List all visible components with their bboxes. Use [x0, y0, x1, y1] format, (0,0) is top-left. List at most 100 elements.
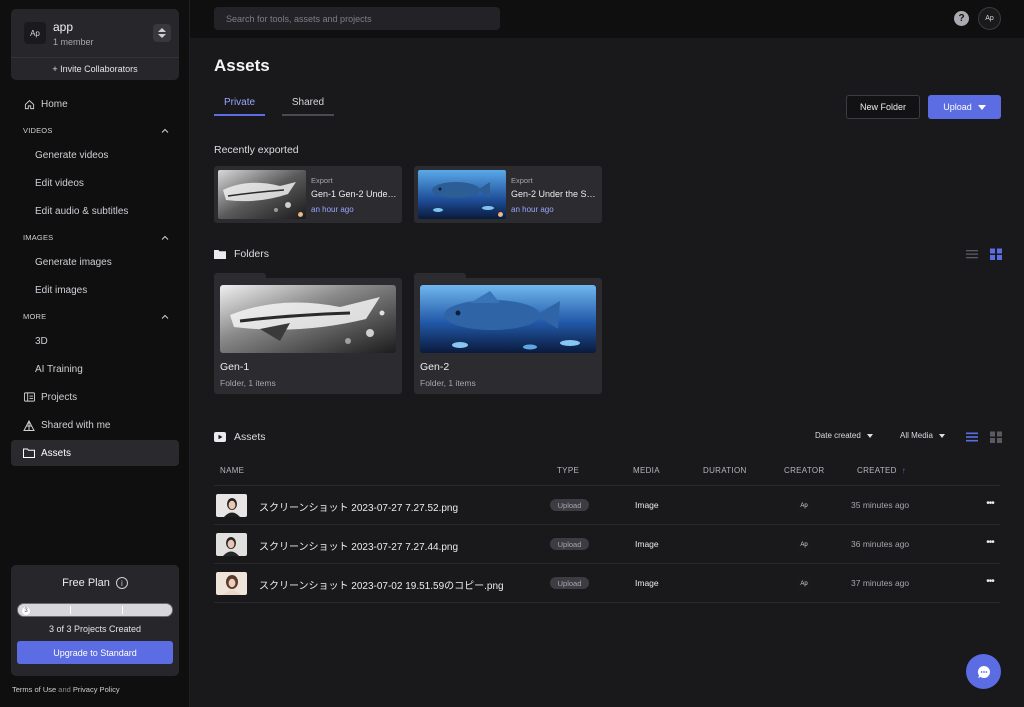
list-view-icon[interactable]	[966, 248, 978, 260]
creator-avatar: Ap	[796, 537, 812, 553]
section-label: MORE	[23, 312, 47, 321]
table-row[interactable]: スクリーンショット 2023-07-02 19.51.59のコピー.png Up…	[214, 564, 1000, 603]
folders-heading: Folders	[214, 248, 269, 260]
plan-title: Free Plan i	[11, 577, 179, 589]
more-section-toggle[interactable]: MORE	[23, 312, 169, 321]
upload-button[interactable]: Upload	[928, 95, 1001, 119]
sidebar-item-generate-images[interactable]: Generate images	[35, 257, 112, 268]
invite-collaborators-button[interactable]: + Invite Collaborators	[11, 60, 179, 78]
divider	[11, 57, 179, 58]
asset-created: 35 minutes ago	[851, 500, 910, 510]
info-icon[interactable]: i	[115, 577, 128, 589]
folder-tab	[214, 273, 266, 279]
table-row[interactable]: スクリーンショット 2023-07-27 7.27.52.png Upload …	[214, 486, 1000, 525]
folder-card[interactable]: Gen-2 Folder, 1 items	[414, 273, 602, 394]
export-kind: Export	[311, 176, 333, 185]
sidebar-item-home[interactable]: Home	[11, 91, 179, 117]
sidebar-item-shared[interactable]: Shared with me	[11, 412, 179, 438]
more-options-icon[interactable]: •••	[982, 537, 998, 549]
search-input[interactable]	[214, 7, 500, 30]
plan-name: Free Plan	[62, 577, 110, 589]
progress-segment-divider	[122, 606, 123, 614]
tab-label: Private	[223, 97, 256, 108]
export-thumbnail	[418, 170, 506, 219]
privacy-link[interactable]: Privacy Policy	[73, 685, 120, 694]
asset-created: 36 minutes ago	[851, 539, 910, 549]
column-header-duration[interactable]: DURATION	[703, 466, 747, 475]
export-name: Gen-1 Gen-2 Unde…	[311, 189, 397, 199]
more-options-icon[interactable]: •••	[982, 498, 998, 510]
workspace-avatar: Ap	[24, 22, 46, 44]
sidebar-item-edit-audio[interactable]: Edit audio & subtitles	[35, 206, 128, 217]
sidebar-item-edit-images[interactable]: Edit images	[35, 285, 87, 296]
sidebar-item-label: Assets	[41, 447, 72, 459]
caret-down-icon	[977, 104, 986, 110]
export-time: an hour ago	[311, 205, 354, 214]
videos-section-toggle[interactable]: VIDEOS	[23, 126, 169, 135]
help-icon[interactable]: ?	[954, 11, 969, 26]
asset-name: スクリーンショット 2023-07-02 19.51.59のコピー.png	[259, 581, 504, 592]
user-avatar[interactable]: Ap	[978, 7, 1001, 30]
legal-links: Terms of Use and Privacy Policy	[12, 685, 120, 694]
sidebar-item-generate-videos[interactable]: Generate videos	[35, 150, 108, 161]
progress-count-marker: 3	[22, 607, 30, 615]
new-folder-button[interactable]: New Folder	[846, 95, 920, 119]
plan-progress-fill	[18, 604, 172, 616]
folder-thumbnail	[420, 285, 596, 353]
grid-view-icon[interactable]	[990, 431, 1002, 443]
export-thumbnail	[218, 170, 306, 219]
column-header-creator[interactable]: CREATOR	[784, 466, 824, 475]
export-status-dot	[298, 212, 303, 217]
projects-icon	[23, 391, 35, 403]
asset-media: Image	[635, 539, 659, 549]
workspace-member-count: 1 member	[53, 37, 94, 47]
upload-label: Upload	[943, 102, 972, 112]
column-header-name[interactable]: NAME	[220, 466, 244, 475]
tab-underline	[214, 114, 265, 116]
column-header-media[interactable]: MEDIA	[633, 466, 660, 475]
sort-label: Date created	[815, 431, 861, 440]
tab-shared[interactable]: Shared	[282, 97, 334, 116]
workspace-switch-icon[interactable]	[153, 24, 171, 42]
sidebar-item-3d[interactable]: 3D	[35, 336, 48, 347]
folder-card[interactable]: Gen-1 Folder, 1 items	[214, 273, 402, 394]
export-time: an hour ago	[511, 205, 554, 214]
assets-label: Assets	[234, 431, 266, 443]
chat-launcher-button[interactable]	[966, 654, 1001, 689]
column-header-type[interactable]: TYPE	[557, 466, 579, 475]
sidebar-item-ai-training[interactable]: AI Training	[35, 364, 83, 375]
sort-dropdown[interactable]: Date created	[815, 431, 873, 440]
table-row[interactable]: スクリーンショット 2023-07-27 7.27.44.png Upload …	[214, 525, 1000, 564]
plan-project-count: 3 of 3 Projects Created	[48, 624, 142, 634]
upgrade-button[interactable]: Upgrade to Standard	[17, 641, 173, 664]
sidebar-item-assets[interactable]: Assets	[11, 440, 179, 466]
folder-meta: Folder, 1 items	[220, 378, 276, 388]
asset-thumbnail	[216, 494, 247, 517]
workspace-switcher[interactable]: Ap app 1 member + Invite Collaborators	[11, 9, 179, 80]
export-card[interactable]: Export Gen-1 Gen-2 Unde… an hour ago	[214, 166, 402, 223]
list-view-icon[interactable]	[966, 431, 978, 443]
creator-avatar: Ap	[796, 576, 812, 592]
more-options-icon[interactable]: •••	[982, 576, 998, 588]
column-header-created[interactable]: CREATED ↑	[857, 466, 906, 475]
asset-created: 37 minutes ago	[851, 578, 910, 588]
asset-thumbnail	[216, 533, 247, 556]
images-section-toggle[interactable]: IMAGES	[23, 233, 169, 242]
export-card[interactable]: Export Gen-2 Under the S… an hour ago	[414, 166, 602, 223]
shared-icon	[23, 419, 35, 431]
folder-tab	[414, 273, 466, 279]
media-filter-dropdown[interactable]: All Media	[900, 431, 945, 440]
assets-heading: Assets	[214, 431, 266, 443]
plan-card: Free Plan i 3 3 of 3 Projects Created Up…	[11, 565, 179, 676]
terms-link[interactable]: Terms of Use	[12, 685, 56, 694]
media-filter-label: All Media	[900, 431, 933, 440]
sidebar-item-projects[interactable]: Projects	[11, 384, 179, 410]
chevron-up-icon	[161, 235, 169, 240]
folders-label: Folders	[234, 248, 270, 260]
tab-underline	[282, 114, 334, 116]
type-badge: Upload	[550, 577, 589, 589]
grid-view-icon[interactable]	[990, 248, 1002, 260]
tab-private[interactable]: Private	[214, 97, 265, 116]
sidebar-item-edit-videos[interactable]: Edit videos	[35, 178, 84, 189]
asset-name: スクリーンショット 2023-07-27 7.27.44.png	[259, 542, 459, 553]
